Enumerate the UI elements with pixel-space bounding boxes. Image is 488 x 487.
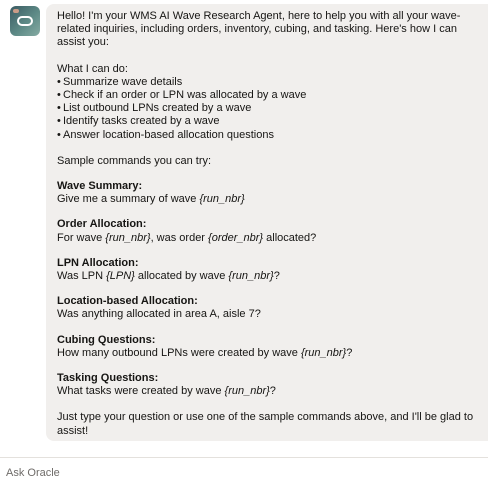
command-fragment: ? [273, 270, 280, 283]
sample-command-title: Wave Summary: [57, 180, 143, 193]
sample-command-title: Order Allocation: [57, 218, 147, 231]
oracle-digital-assistant-icon [10, 6, 40, 36]
command-fragment: For wave [57, 231, 106, 244]
sample-command-text: Was anything allocated in area A, aisle … [57, 308, 478, 321]
capability-item: • Identify tasks created by a wave [57, 115, 478, 128]
ask-oracle-input[interactable] [0, 458, 488, 487]
capability-text: Check if an order or LPN was allocated b… [63, 89, 307, 102]
command-fragment: What tasks were created by wave [57, 385, 225, 398]
sample-command-title: Tasking Questions: [57, 372, 159, 385]
placeholder-token: {LPN} [106, 270, 135, 283]
command-fragment: allocated by wave [134, 270, 229, 283]
command-fragment: allocated? [263, 231, 317, 244]
command-fragment: ? [269, 385, 276, 398]
sample-commands: Wave Summary: Give me a summary of wave {… [57, 168, 478, 398]
capability-text: Summarize wave details [63, 75, 183, 88]
agent-message-bubble: Hello! I'm your WMS AI Wave Research Age… [46, 4, 488, 441]
sample-command-text: For wave {run_nbr}, was order {order_nbr… [57, 232, 478, 245]
command-fragment: Was anything allocated in area A, aisle … [57, 308, 261, 321]
intro-text: Hello! I'm your WMS AI Wave Research Age… [57, 10, 461, 49]
capability-item: • Answer location-based allocation questi… [57, 129, 478, 142]
sample-command-title: LPN Allocation: [57, 256, 139, 269]
command-fragment: ? [346, 346, 353, 359]
sample-command-title: Location-based Allocation: [57, 295, 198, 308]
chat-transcript: Hello! I'm your WMS AI Wave Research Age… [0, 0, 488, 456]
capability-text: List outbound LPNs created by a wave [63, 102, 252, 115]
message-composer [0, 457, 488, 487]
capability-item: • List outbound LPNs created by a wave [57, 102, 478, 115]
placeholder-token: {run_nbr} [228, 270, 274, 283]
capabilities-list: • Summarize wave details • Check if an orde… [57, 76, 478, 142]
placeholder-token: {run_nbr} [224, 385, 270, 398]
sample-command-text: Was LPN {LPN} allocated by wave {run_nbr… [57, 270, 478, 283]
command-fragment: , was order [150, 231, 209, 244]
samples-heading: Sample commands you can try: [57, 154, 212, 167]
capability-item: • Summarize wave details [57, 76, 478, 89]
closing-text: Just type your question or use one of th… [57, 411, 474, 437]
placeholder-token: {order_nbr} [208, 231, 264, 244]
command-fragment: How many outbound LPNs were created by w… [57, 346, 301, 359]
sample-command-text: What tasks were created by wave {run_nbr… [57, 385, 478, 398]
command-fragment: Was LPN [57, 270, 107, 283]
oracle-ring-icon [17, 16, 33, 26]
avatar-accent [13, 9, 19, 13]
sample-command-title: Cubing Questions: [57, 333, 156, 346]
placeholder-token: {run_nbr} [105, 231, 151, 244]
placeholder-token: {run_nbr} [199, 193, 245, 206]
capability-text: Answer location-based allocation questio… [63, 128, 274, 141]
capability-item: • Check if an order or LPN was allocated … [57, 89, 478, 102]
placeholder-token: {run_nbr} [300, 346, 347, 359]
capability-text: Identify tasks created by a wave [63, 115, 220, 128]
sample-command-text: Give me a summary of wave {run_nbr} [57, 193, 478, 206]
command-fragment: Give me a summary of wave [57, 193, 200, 206]
sample-command-text: How many outbound LPNs were created by w… [57, 347, 478, 360]
capabilities-heading: What I can do: [57, 62, 128, 75]
